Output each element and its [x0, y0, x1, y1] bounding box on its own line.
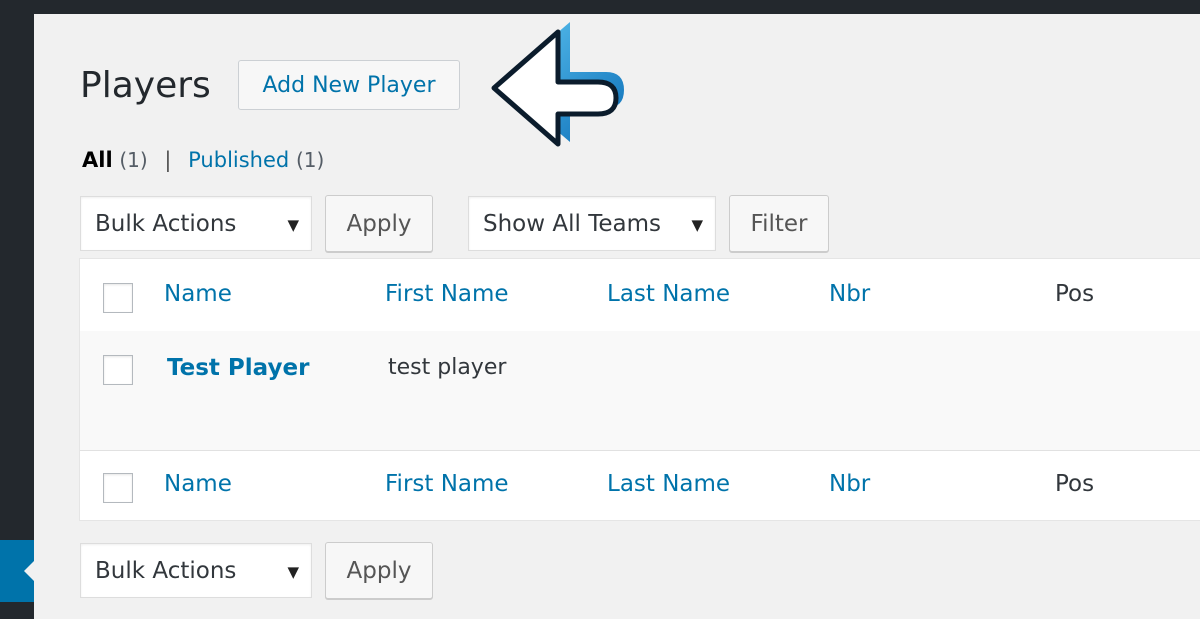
bulk-actions-value: Bulk Actions — [95, 210, 237, 237]
row-checkbox[interactable] — [103, 355, 133, 385]
table-header-row: Name First Name Last Name Nbr Pos — [80, 259, 1200, 332]
table-footer-row: Name First Name Last Name Nbr Pos — [80, 450, 1200, 523]
player-name-link[interactable]: Test Player — [167, 355, 309, 381]
filter-button[interactable]: Filter — [729, 195, 829, 252]
chevron-down-icon: ▼ — [287, 216, 299, 234]
chevron-down-icon: ▼ — [287, 563, 299, 581]
players-table: Name First Name Last Name Nbr Pos Test P… — [79, 258, 1200, 521]
admin-sidebar — [0, 0, 34, 619]
page-title: Players — [80, 65, 211, 106]
column-header-last-name[interactable]: Last Name — [607, 281, 730, 307]
select-all-checkbox-footer[interactable] — [103, 473, 133, 503]
team-filter-value: Show All Teams — [483, 210, 661, 237]
view-separator: | — [164, 148, 172, 172]
view-filters: All (1) | Published (1) — [82, 148, 324, 172]
column-header-pos: Pos — [1055, 281, 1095, 307]
view-all-link[interactable]: All — [82, 148, 113, 172]
column-header-name[interactable]: Name — [164, 281, 232, 307]
active-menu-indicator[interactable] — [0, 540, 34, 602]
column-footer-nbr[interactable]: Nbr — [829, 471, 870, 497]
select-all-checkbox[interactable] — [103, 283, 133, 313]
admin-top-bar — [0, 0, 1200, 14]
column-footer-last-name[interactable]: Last Name — [607, 471, 730, 497]
bulk-actions-select-top[interactable]: Bulk Actions ▼ — [80, 196, 312, 251]
player-first-name: test player — [388, 355, 507, 380]
table-row: Test Player test player — [80, 331, 1200, 450]
menu-pointer-icon — [24, 561, 34, 581]
add-new-player-button[interactable]: Add New Player — [238, 60, 460, 110]
view-published-count: (1) — [295, 148, 325, 172]
column-footer-name[interactable]: Name — [164, 471, 232, 497]
column-header-first-name[interactable]: First Name — [385, 281, 509, 307]
apply-button-bottom[interactable]: Apply — [325, 542, 433, 599]
annotation-arrow-icon — [491, 22, 624, 147]
wp-admin-screen: Players Add New Player All (1) | Publish… — [0, 0, 1200, 619]
column-footer-pos: Pos — [1055, 471, 1095, 497]
chevron-down-icon: ▼ — [691, 216, 703, 234]
view-published-link[interactable]: Published — [188, 148, 289, 172]
team-filter-select[interactable]: Show All Teams ▼ — [468, 196, 716, 251]
column-footer-first-name[interactable]: First Name — [385, 471, 509, 497]
bulk-actions-value: Bulk Actions — [95, 557, 237, 584]
apply-button-top[interactable]: Apply — [325, 195, 433, 252]
column-header-nbr[interactable]: Nbr — [829, 281, 870, 307]
bulk-actions-select-bottom[interactable]: Bulk Actions ▼ — [80, 543, 312, 598]
view-all-count: (1) — [119, 148, 148, 172]
